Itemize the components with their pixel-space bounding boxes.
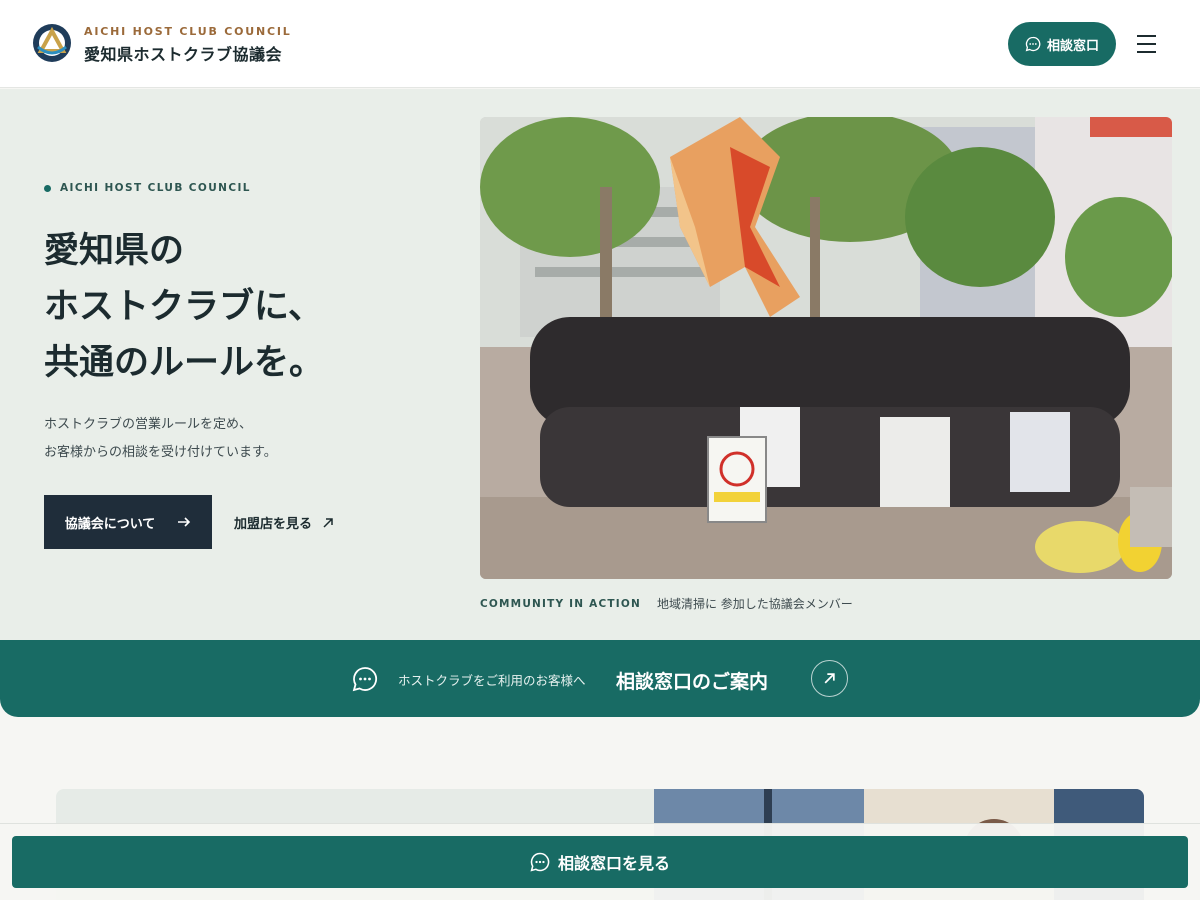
brand-name-jp[interactable]: 愛知県ホストクラブ協議会	[84, 41, 282, 65]
council-logo-icon[interactable]	[32, 23, 72, 63]
view-consultation-button[interactable]: 相談窓口を見る	[12, 836, 1188, 888]
about-council-label: 協議会について	[64, 516, 156, 532]
headline-line-3: 共通のルールを。	[44, 343, 325, 383]
photo-caption: COMMUNITY IN ACTION 地域清掃に 参加した協議会メンバー	[480, 595, 853, 612]
header-consult-label: 相談窓口	[1046, 38, 1099, 54]
banner-subtitle: ホストクラブをご利用のお客様へ	[398, 673, 586, 688]
lead-line-2: お客様からの相談を受け付けています。	[44, 445, 277, 460]
chat-bubble-icon	[1025, 36, 1041, 52]
view-consultation-label: 相談窓口を見る	[557, 854, 670, 873]
hero-lead: ホストクラブの営業ルールを定め、 お客様からの相談を受け付けています。	[44, 411, 277, 467]
hamburger-menu-icon[interactable]	[1132, 32, 1160, 56]
caption-en: COMMUNITY IN ACTION	[480, 597, 641, 610]
arrow-right-icon	[178, 517, 191, 527]
consultation-banner[interactable]: ホストクラブをご利用のお客様へ 相談窓口のご案内	[0, 640, 1200, 717]
hero-eyebrow-text: AICHI HOST CLUB COUNCIL	[60, 182, 251, 194]
hero-eyebrow: AICHI HOST CLUB COUNCIL	[44, 182, 251, 194]
headline-line-2: ホストクラブに、	[44, 287, 323, 327]
banner-title: 相談窓口のご案内	[616, 671, 769, 693]
about-council-button[interactable]: 協議会について	[44, 495, 212, 549]
member-stores-label: 加盟店を見る	[234, 517, 313, 532]
hero-section: AICHI HOST CLUB COUNCIL 愛知県の ホストクラブに、 共通…	[0, 89, 1200, 640]
hero-headline: 愛知県の ホストクラブに、 共通のルールを。	[44, 223, 324, 391]
arrow-up-right-icon	[323, 517, 333, 528]
caption-jp: 地域清掃に 参加した協議会メンバー	[656, 597, 853, 611]
eyebrow-dot-icon	[44, 184, 51, 192]
site-header: AICHI HOST CLUB COUNCIL 愛知県ホストクラブ協議会 相談窓…	[0, 0, 1200, 88]
headline-line-1: 愛知県の	[44, 231, 185, 271]
lead-line-1: ホストクラブの営業ルールを定め、	[44, 417, 253, 432]
community-group-photo	[480, 117, 1172, 579]
header-consult-button[interactable]: 相談窓口	[1008, 22, 1116, 66]
brand-name-en: AICHI HOST CLUB COUNCIL	[84, 25, 292, 38]
chat-bubble-icon	[352, 667, 377, 692]
arrow-up-right-icon[interactable]	[811, 660, 848, 697]
sticky-cta-bar: 相談窓口を見る	[0, 823, 1200, 900]
chat-bubble-icon	[530, 852, 550, 872]
member-stores-link[interactable]: 加盟店を見る	[234, 513, 334, 532]
